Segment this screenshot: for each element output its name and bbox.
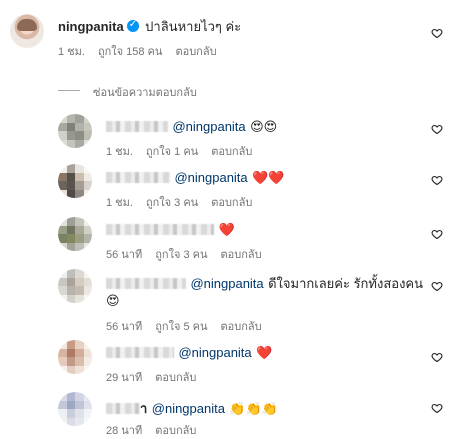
reply-meta: 56 นาที ถูกใจ 5 คน ตอบกลับ: [106, 317, 275, 335]
reply-meta: 56 นาที ถูกใจ 3 คน ตอบกลับ: [106, 245, 275, 263]
reply-content: @ningpanita ❤️: [106, 344, 272, 362]
reply-mention[interactable]: @ningpanita: [174, 170, 247, 185]
reply-time: 29 นาที: [106, 372, 143, 384]
username-redacted: [106, 224, 214, 235]
heart-outline-icon[interactable]: [431, 280, 443, 292]
main-comment-time: 1 ชม.: [58, 46, 85, 58]
reply-avatar[interactable]: [58, 164, 92, 198]
reply-meta: 28 นาที ตอบกลับ: [106, 421, 209, 439]
main-comment-username[interactable]: ningpanita: [58, 19, 124, 34]
username-redacted: [106, 347, 174, 358]
reply-likes[interactable]: ถูกใจ 3 คน: [146, 197, 198, 209]
reply-button[interactable]: ตอบกลับ: [155, 425, 196, 437]
comment-thread: ningpanita ปาลินหายไวๆ ค่ะ 1 ชม. ถูกใจ 15…: [0, 0, 467, 439]
heart-outline-icon[interactable]: [431, 174, 443, 186]
reply-mention[interactable]: @ningpanita: [178, 345, 251, 360]
username-redacted: [106, 278, 186, 289]
heart-outline-icon[interactable]: [431, 228, 443, 240]
reply-username-fragment: า: [140, 401, 148, 416]
reply-emoji: ❤️: [256, 346, 273, 361]
reply-button[interactable]: ตอบกลับ: [211, 197, 252, 209]
reply-content: ❤️: [106, 221, 235, 239]
reply-avatar[interactable]: [58, 269, 92, 303]
reply-avatar[interactable]: [58, 217, 92, 251]
reply-likes[interactable]: ถูกใจ 5 คน: [155, 321, 207, 333]
reply-button[interactable]: ตอบกลับ: [221, 321, 262, 333]
reply-text: ดีใจมากเลยค่ะ รักทั้งสองคน: [268, 276, 424, 291]
reply-emoji: 😍😍: [250, 120, 278, 135]
reply-emoji: 😍: [106, 294, 120, 309]
main-comment-likes[interactable]: ถูกใจ 158 คน: [98, 46, 162, 58]
heart-outline-icon[interactable]: [431, 27, 443, 39]
reply-content: @ningpanita ❤️❤️: [106, 169, 284, 187]
reply-avatar[interactable]: [58, 114, 92, 148]
username-redacted: [106, 403, 140, 414]
replies-divider: [58, 90, 80, 91]
reply-content: @ningpanita 😍😍: [106, 118, 277, 136]
reply-likes[interactable]: ถูกใจ 1 คน: [146, 146, 198, 158]
reply-avatar[interactable]: [58, 392, 92, 426]
heart-outline-icon[interactable]: [431, 123, 443, 135]
heart-outline-icon[interactable]: [431, 402, 443, 414]
username-redacted: [106, 121, 168, 132]
main-comment: ningpanita ปาลินหายไวๆ ค่ะ: [58, 16, 241, 37]
reply-button[interactable]: ตอบกลับ: [221, 249, 262, 261]
reply-mention[interactable]: @ningpanita: [172, 119, 245, 134]
reply-button[interactable]: ตอบกลับ: [211, 146, 252, 158]
reply-content: า @ningpanita 👏👏👏: [106, 398, 278, 419]
main-comment-meta: 1 ชม. ถูกใจ 158 คน ตอบกลับ: [58, 42, 230, 60]
hide-replies-button[interactable]: ซ่อนข้อความตอบกลับ: [93, 83, 197, 101]
reply-time: 1 ชม.: [106, 146, 133, 158]
reply-time: 1 ชม.: [106, 197, 133, 209]
reply-button[interactable]: ตอบกลับ: [155, 372, 196, 384]
reply-avatar[interactable]: [58, 340, 92, 374]
reply-content: @ningpanita ดีใจมากเลยค่ะ รักทั้งสองคน: [106, 273, 423, 294]
reply-time: 56 นาที: [106, 321, 143, 333]
heart-outline-icon[interactable]: [431, 351, 443, 363]
reply-content-line2: 😍: [106, 292, 120, 310]
reply-meta: 1 ชม. ถูกใจ 3 คน ตอบกลับ: [106, 193, 265, 211]
reply-mention[interactable]: @ningpanita: [152, 401, 225, 416]
reply-likes[interactable]: ถูกใจ 3 คน: [155, 249, 207, 261]
reply-emoji: ❤️: [218, 223, 235, 238]
main-comment-avatar[interactable]: [10, 14, 44, 48]
reply-emoji: 👏👏👏: [229, 402, 278, 417]
reply-mention[interactable]: @ningpanita: [190, 276, 263, 291]
main-comment-reply-button[interactable]: ตอบกลับ: [175, 46, 216, 58]
reply-time: 28 นาที: [106, 425, 143, 437]
verified-badge-icon: [126, 19, 139, 32]
reply-time: 56 นาที: [106, 249, 143, 261]
reply-emoji: ❤️❤️: [252, 171, 285, 186]
main-comment-text: ปาลินหายไวๆ ค่ะ: [145, 19, 242, 34]
reply-meta: 1 ชม. ถูกใจ 1 คน ตอบกลับ: [106, 142, 265, 160]
username-redacted: [106, 172, 170, 183]
reply-meta: 29 นาที ตอบกลับ: [106, 368, 209, 386]
